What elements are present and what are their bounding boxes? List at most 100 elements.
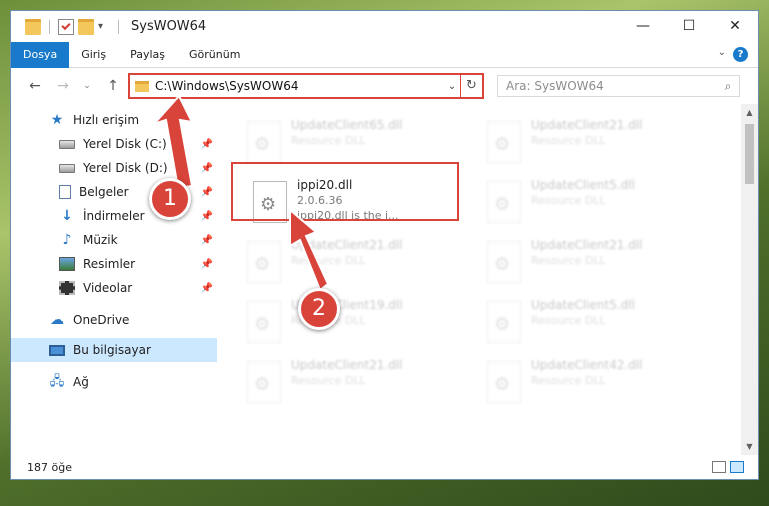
file-name: UpdateClient21.dll [531,118,643,132]
ribbon-tabs: Dosya Giriş Paylaş Görünüm ⌄ ? [11,41,758,68]
list-item[interactable]: UpdateClient21.dll Resource DLL [487,118,717,170]
documents-icon [59,185,71,199]
cloud-icon: ☁ [50,312,64,328]
divider [118,19,119,34]
file-description: Resource DLL [531,374,606,387]
folder-icon [135,80,149,92]
divider [49,19,50,34]
dll-file-icon [247,241,281,283]
recent-locations-button[interactable]: ⌄ [77,81,97,91]
list-item[interactable]: UpdateClient21.dll Resource DLL [247,238,477,290]
sidebar-item-label: Belgeler [79,185,129,199]
tiles-view-icon[interactable] [730,461,744,473]
sidebar-item-local-disk-d[interactable]: Yerel Disk (D:) 📌 [11,156,217,180]
pin-icon: 📌 [200,138,213,150]
network-icon: 🖧 [49,374,65,389]
minimize-button[interactable]: — [620,11,666,41]
sidebar-item-label: Videolar [83,281,133,295]
navigation-bar: ← → ⌄ ↑ C:\Windows\SysWOW64 ⌄ ↻ Ara: Sys… [11,68,758,104]
pin-icon: 📌 [200,162,213,174]
help-icon[interactable]: ? [733,47,748,62]
close-button[interactable]: ✕ [712,11,758,41]
sidebar-item-local-disk-c[interactable]: Yerel Disk (C:) 📌 [11,132,217,156]
scroll-down-icon[interactable]: ▼ [741,438,758,455]
computer-icon [49,344,65,356]
back-button[interactable]: ← [25,78,45,94]
forward-button[interactable]: → [53,78,73,94]
address-bar[interactable]: C:\Windows\SysWOW64 ⌄ ↻ [128,73,484,99]
tab-file[interactable]: Dosya [11,41,70,68]
up-button[interactable]: ↑ [103,78,123,94]
list-item[interactable]: UpdateClient21.dll Resource DLL [487,238,717,290]
address-dropdown-icon[interactable]: ⌄ [444,81,460,92]
sidebar-item-quick-access[interactable]: ★ Hızlı erişim [11,108,217,132]
refresh-icon[interactable]: ↻ [460,75,482,97]
file-description: Resource DLL [531,194,606,207]
file-description: Resource DLL [531,314,606,327]
dll-file-icon [487,241,521,283]
file-description: Resource DLL [291,254,366,267]
list-item[interactable]: UpdateClient42.dll Resource DLL [487,358,717,410]
pin-icon: 📌 [200,282,213,294]
list-item[interactable]: UpdateClient5.dll Resource DLL [487,178,717,230]
sidebar-item-music[interactable]: ♪ Müzik 📌 [11,228,217,252]
drive-icon [59,139,75,149]
sidebar-item-label: OneDrive [73,313,130,327]
scrollbar-thumb[interactable] [745,124,754,184]
item-count: 187 öğe [27,460,72,474]
vertical-scrollbar[interactable]: ▲ ▼ [741,104,758,455]
file-description: Resource DLL [531,254,606,267]
file-list: UpdateClient65.dll Resource DLL UpdateCl… [217,104,758,455]
tab-home[interactable]: Giriş [69,42,118,68]
sidebar-item-label: Müzik [83,233,118,247]
dll-file-icon [487,181,521,223]
pin-icon: 📌 [200,186,213,198]
tab-view[interactable]: Görünüm [177,42,252,68]
step-1-badge: 1 [149,178,191,220]
tab-share[interactable]: Paylaş [118,42,177,68]
dll-file-icon [247,361,281,403]
scroll-up-icon[interactable]: ▲ [741,104,758,121]
address-path[interactable]: C:\Windows\SysWOW64 [155,79,444,93]
sidebar-item-this-pc[interactable]: Bu bilgisayar [11,338,217,362]
quick-access-toolbar: ▾ [25,18,114,35]
view-switcher [712,461,744,473]
file-description: Resource DLL [291,374,366,387]
pictures-icon [59,257,75,271]
sidebar-item-pictures[interactable]: Resimler 📌 [11,252,217,276]
list-item[interactable]: UpdateClient5.dll Resource DLL [487,298,717,350]
folder-icon[interactable] [25,18,41,35]
expand-ribbon-icon[interactable]: ⌄ [718,47,726,58]
sidebar-item-label: Yerel Disk (C:) [83,137,167,151]
sidebar-item-onedrive[interactable]: ☁ OneDrive [11,308,217,332]
list-item[interactable]: UpdateClient21.dll Resource DLL [247,358,477,410]
dll-file-icon [487,121,521,163]
title-bar: ▾ SysWOW64 — ☐ ✕ [11,11,758,42]
music-icon: ♪ [62,232,72,248]
sidebar-item-network[interactable]: 🖧 Ağ [11,370,217,394]
file-description: Resource DLL [291,134,366,147]
maximize-button[interactable]: ☐ [666,11,712,41]
sidebar-item-label: Ağ [73,375,89,389]
search-input[interactable]: Ara: SysWOW64 ⌕ [497,75,740,97]
new-folder-icon[interactable] [78,18,94,35]
customize-toolbar-icon[interactable]: ▾ [98,19,114,35]
pin-icon: 📌 [200,210,213,222]
sidebar-item-label: Bu bilgisayar [73,343,151,357]
status-bar: 187 öğe [11,455,758,479]
explorer-window: ▾ SysWOW64 — ☐ ✕ Dosya Giriş Paylaş Görü… [10,10,759,480]
properties-icon[interactable] [58,18,74,35]
dll-file-icon [247,121,281,163]
downloads-icon: ↓ [61,208,73,224]
sidebar-item-label: Yerel Disk (D:) [83,161,168,175]
step-2-badge: 2 [298,288,340,330]
videos-icon [59,281,75,295]
star-icon: ★ [50,112,64,128]
search-icon[interactable]: ⌕ [717,79,739,94]
sidebar-item-videos[interactable]: Videolar 📌 [11,276,217,300]
list-item[interactable]: UpdateClient19.dll Resource DLL [247,298,477,350]
dll-file-icon [247,301,281,343]
details-view-icon[interactable] [712,461,726,473]
